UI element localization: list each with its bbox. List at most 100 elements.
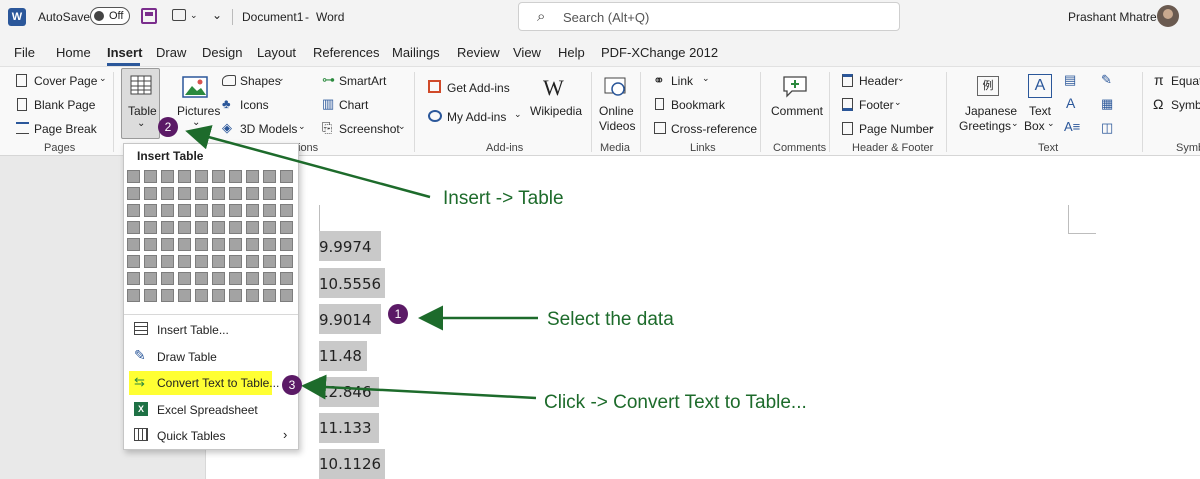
table-grid-cell[interactable] <box>263 187 276 200</box>
blank-page-button[interactable]: Blank Page <box>34 98 95 112</box>
table-grid-cell[interactable] <box>178 289 191 302</box>
my-addins-dropdown-icon[interactable]: ⌄ <box>514 109 522 120</box>
screenshot-qat-icon[interactable] <box>172 9 186 21</box>
table-grid-cell[interactable] <box>280 187 293 200</box>
quick-parts-icon[interactable]: ▤ <box>1064 72 1076 88</box>
table-grid-cell[interactable] <box>195 221 208 234</box>
table-grid-cell[interactable] <box>229 221 242 234</box>
qat-dropdown-icon[interactable]: ⌄ <box>190 10 198 21</box>
data-value[interactable]: 11.48 <box>319 347 362 365</box>
data-value[interactable]: 12.846 <box>319 383 372 401</box>
table-grid-cell[interactable] <box>127 221 140 234</box>
table-grid-cell[interactable] <box>263 238 276 251</box>
shapes-dropdown-icon[interactable]: ⌄ <box>277 73 285 84</box>
table-grid-cell[interactable] <box>161 221 174 234</box>
table-grid-cell[interactable] <box>212 170 225 183</box>
tab-draw[interactable]: Draw <box>156 45 186 60</box>
customize-qat-icon[interactable]: ⌄ <box>212 8 222 22</box>
get-addins-button[interactable]: Get Add-ins <box>447 81 510 95</box>
table-grid-cell[interactable] <box>212 272 225 285</box>
table-grid-cell[interactable] <box>229 272 242 285</box>
table-grid-cell[interactable] <box>144 238 157 251</box>
word-app-icon[interactable]: W <box>8 8 26 26</box>
table-grid-cell[interactable] <box>127 255 140 268</box>
table-grid-cell[interactable] <box>246 204 259 217</box>
pictures-dropdown-icon[interactable]: ⌄ <box>192 117 200 128</box>
online-videos-label-1[interactable]: Online <box>599 104 634 118</box>
wikipedia-button[interactable]: Wikipedia <box>530 104 582 118</box>
equation-button[interactable]: Equat <box>1171 74 1200 88</box>
tab-home[interactable]: Home <box>56 45 91 60</box>
table-grid-cell[interactable] <box>161 255 174 268</box>
table-grid-cell[interactable] <box>280 272 293 285</box>
link-dropdown-icon[interactable]: ⌄ <box>702 73 710 84</box>
search-box[interactable]: ⌕ Search (Alt+Q) <box>518 2 900 31</box>
text-box-label-2[interactable]: Box <box>1024 119 1045 133</box>
table-grid-cell[interactable] <box>195 255 208 268</box>
table-grid-cell[interactable] <box>280 170 293 183</box>
table-grid-cell[interactable] <box>229 187 242 200</box>
table-grid-cell[interactable] <box>280 289 293 302</box>
table-button[interactable]: Table ⌄ <box>121 68 160 139</box>
wordart-icon[interactable]: A <box>1066 95 1075 111</box>
table-grid-cell[interactable] <box>161 204 174 217</box>
symbol-button[interactable]: Symb <box>1171 98 1200 112</box>
insert-table-grid[interactable] <box>127 170 297 306</box>
page-number-dropdown-icon[interactable]: ⌄ <box>928 121 936 132</box>
table-grid-cell[interactable] <box>246 272 259 285</box>
table-grid-cell[interactable] <box>263 272 276 285</box>
text-box-dropdown-icon[interactable]: ⌄ <box>1047 118 1055 129</box>
table-grid-cell[interactable] <box>263 221 276 234</box>
table-grid-cell[interactable] <box>144 221 157 234</box>
cover-page-dropdown-icon[interactable]: ⌄ <box>99 73 107 84</box>
table-grid-cell[interactable] <box>195 238 208 251</box>
tab-references[interactable]: References <box>313 45 379 60</box>
table-grid-cell[interactable] <box>195 289 208 302</box>
drop-cap-icon[interactable]: A≡ <box>1064 119 1080 134</box>
tab-pdf-xchange[interactable]: PDF-XChange 2012 <box>601 45 718 60</box>
table-grid-cell[interactable] <box>144 170 157 183</box>
table-grid-cell[interactable] <box>280 221 293 234</box>
table-grid-cell[interactable] <box>144 272 157 285</box>
shapes-button[interactable]: Shapes <box>240 74 281 88</box>
table-grid-cell[interactable] <box>229 255 242 268</box>
comment-button[interactable]: Comment <box>771 104 823 118</box>
user-name[interactable]: Prashant Mhatre <box>1068 10 1157 24</box>
table-grid-cell[interactable] <box>280 238 293 251</box>
link-button[interactable]: Link <box>671 74 693 88</box>
tab-mailings[interactable]: Mailings <box>392 45 440 60</box>
menu-draw-table[interactable]: ✎ Draw Table <box>124 344 298 370</box>
table-grid-cell[interactable] <box>263 255 276 268</box>
table-grid-cell[interactable] <box>263 204 276 217</box>
save-icon[interactable] <box>141 8 157 24</box>
data-value[interactable]: 10.1126 <box>319 455 381 473</box>
data-value[interactable]: 9.9974 <box>319 238 372 256</box>
table-grid-cell[interactable] <box>127 272 140 285</box>
table-grid-cell[interactable] <box>280 204 293 217</box>
table-grid-cell[interactable] <box>178 221 191 234</box>
japanese-greetings-label-1[interactable]: Japanese <box>965 104 1017 118</box>
table-grid-cell[interactable] <box>178 170 191 183</box>
table-grid-cell[interactable] <box>127 289 140 302</box>
menu-convert-text-to-table[interactable]: ⇆ Convert Text to Table... <box>124 370 298 396</box>
tab-layout[interactable]: Layout <box>257 45 296 60</box>
table-grid-cell[interactable] <box>263 289 276 302</box>
autosave-toggle[interactable]: Off <box>90 7 130 25</box>
table-grid-cell[interactable] <box>212 238 225 251</box>
table-grid-cell[interactable] <box>161 170 174 183</box>
header-dropdown-icon[interactable]: ⌄ <box>897 73 905 84</box>
screenshot-dropdown-icon[interactable]: ⌄ <box>398 121 406 132</box>
table-grid-cell[interactable] <box>229 204 242 217</box>
table-grid-cell[interactable] <box>263 170 276 183</box>
bookmark-button[interactable]: Bookmark <box>671 98 725 112</box>
menu-insert-table[interactable]: Insert Table... <box>124 317 298 343</box>
table-grid-cell[interactable] <box>229 170 242 183</box>
tab-file[interactable]: File <box>14 45 35 60</box>
chart-button[interactable]: Chart <box>339 98 368 112</box>
tab-view[interactable]: View <box>513 45 541 60</box>
table-grid-cell[interactable] <box>161 238 174 251</box>
table-grid-cell[interactable] <box>212 255 225 268</box>
menu-excel-spreadsheet[interactable]: X Excel Spreadsheet <box>124 397 298 423</box>
table-grid-cell[interactable] <box>144 289 157 302</box>
3d-models-button[interactable]: 3D Models <box>240 122 297 136</box>
